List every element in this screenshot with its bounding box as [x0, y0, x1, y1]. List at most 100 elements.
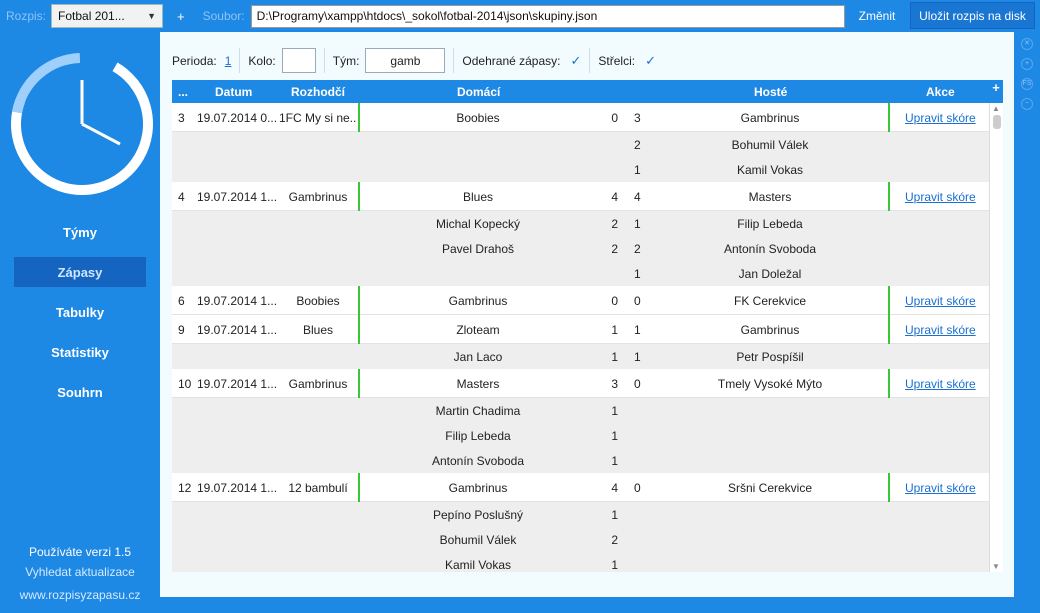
match-referee: Blues — [302, 323, 334, 337]
zmenit-button[interactable]: Změnit — [859, 9, 896, 23]
scrollbar-thumb[interactable] — [993, 115, 1001, 129]
col-datum-header[interactable]: Datum — [215, 85, 252, 99]
scorer-row: Antonín Svoboda 1 — [172, 448, 989, 473]
rozpis-select[interactable]: Fotbal 201... ▼ — [51, 4, 164, 28]
scorer-row: Martin Chadima 1 — [172, 398, 989, 423]
close-icon[interactable]: ✕ — [1021, 38, 1033, 50]
match-referee: 12 bambulí — [288, 481, 348, 495]
scroll-down-icon[interactable]: ▼ — [992, 562, 1000, 571]
fullscreen-icon[interactable]: FS — [1021, 78, 1033, 90]
home-cell: Pepíno Poslušný — [432, 508, 524, 522]
match-referee: 1FC My si ne... — [279, 111, 357, 125]
status-bar — [358, 286, 360, 315]
match-row: 6 19.07.2014 1... Boobies Upravit skóre Gamb… — [172, 286, 989, 315]
home-cell: Masters — [456, 377, 500, 391]
home-cell: Filip Lebeda — [445, 429, 511, 443]
sidebar-nav: Týmy Zápasy Tabulky Statistiky Souhrn — [14, 217, 146, 417]
check-updates-link[interactable]: Vyhledat aktualizace — [0, 565, 160, 579]
edit-score-link[interactable]: Upravit skóre — [905, 377, 976, 391]
col-num-header[interactable]: ... — [178, 85, 188, 99]
strelci-checkbox[interactable]: ✓ — [645, 53, 656, 69]
away-cell: FK Cerekvice — [733, 294, 807, 308]
add-match-button[interactable]: + — [989, 80, 1003, 103]
save-to-disk-button[interactable]: Uložit rozpis na disk — [910, 2, 1035, 29]
home-goals: 1 — [611, 350, 618, 364]
website-link[interactable]: www.rozpisyzapasu.cz — [0, 588, 160, 602]
match-number: 10 — [178, 377, 192, 391]
main-panel: Perioda: 1 Kolo: Tým: gamb Odehrané zápa… — [160, 32, 1014, 597]
away-cell: Bohumil Válek — [731, 138, 809, 152]
edit-score-link[interactable]: Upravit skóre — [905, 111, 976, 125]
away-goals: 1 — [634, 323, 641, 337]
away-cell: Filip Lebeda — [737, 217, 803, 231]
match-row: 3 19.07.2014 0... 1FC My si ne... Upravit s… — [172, 103, 989, 132]
soubor-path-field[interactable]: D:\Programy\xampp\htdocs\_sokol\fotbal-2… — [250, 4, 845, 28]
sidebar-item-tabulky[interactable]: Tabulky — [14, 297, 146, 327]
status-bar — [358, 369, 360, 398]
away-goals: 2 — [634, 138, 641, 152]
sidebar-item-tymy[interactable]: Týmy — [14, 217, 146, 247]
tym-input[interactable]: gamb — [365, 48, 446, 73]
strelci-label: Střelci: — [598, 53, 636, 68]
edit-score-link[interactable]: Upravit skóre — [905, 190, 976, 204]
divider — [453, 48, 455, 73]
sidebar-item-zapasy[interactable]: Zápasy — [14, 257, 146, 287]
home-cell: Martin Chadima — [435, 404, 521, 418]
col-hoste-header[interactable]: Hosté — [754, 85, 787, 99]
edit-score-link[interactable]: Upravit skóre — [905, 294, 976, 308]
home-goals: 4 — [611, 190, 618, 204]
home-cell: Kamil Vokas — [444, 558, 512, 572]
match-date: 19.07.2014 1... — [197, 323, 277, 337]
col-domaci-header[interactable]: Domácí — [457, 85, 500, 99]
scorer-row: Michal Kopecký 2 1 Filip Lebeda — [172, 211, 989, 236]
filter-bar: Perioda: 1 Kolo: Tým: gamb Odehrané zápa… — [172, 48, 656, 73]
chevron-down-icon: ▼ — [147, 11, 157, 21]
table-scrollbar[interactable]: ▲ ▼ — [989, 103, 1003, 572]
perioda-link[interactable]: 1 — [225, 54, 232, 68]
home-goals: 2 — [611, 533, 618, 547]
add-icon[interactable]: + — [1021, 58, 1033, 70]
home-goals: 2 — [611, 217, 618, 231]
scorer-row: Pepíno Poslušný 1 — [172, 502, 989, 527]
sidebar-item-souhrn[interactable]: Souhrn — [14, 377, 146, 407]
away-cell: Tmely Vysoké Mýto — [717, 377, 823, 391]
home-goals: 4 — [611, 481, 618, 495]
divider — [239, 48, 241, 73]
minus-icon[interactable]: − — [1021, 98, 1033, 110]
home-cell: Jan Laco — [453, 350, 503, 364]
match-date: 19.07.2014 1... — [197, 294, 277, 308]
match-referee: Gambrinus — [288, 190, 348, 204]
away-goals: 0 — [634, 377, 641, 391]
odehrane-checkbox[interactable]: ✓ — [570, 53, 581, 69]
col-akce-header[interactable]: Akce — [926, 85, 955, 99]
scroll-up-icon[interactable]: ▲ — [992, 104, 1000, 113]
home-cell: Zloteam — [456, 323, 500, 337]
match-referee: Boobies — [296, 294, 340, 308]
away-cell: Gambrinus — [740, 111, 800, 125]
add-rozpis-button[interactable]: + — [177, 9, 185, 24]
edit-score-link[interactable]: Upravit skóre — [905, 481, 976, 495]
rozpis-select-value: Fotbal 201... — [58, 9, 125, 23]
home-goals: 0 — [611, 294, 618, 308]
match-date: 19.07.2014 1... — [197, 481, 277, 495]
kolo-input[interactable] — [281, 48, 316, 73]
edit-score-link[interactable]: Upravit skóre — [905, 323, 976, 337]
sidebar-item-statistiky[interactable]: Statistiky — [14, 337, 146, 367]
rozpis-label: Rozpis: — [6, 9, 47, 23]
away-goals: 3 — [634, 111, 641, 125]
home-cell: Gambrinus — [448, 481, 508, 495]
away-cell: Antonín Svoboda — [723, 242, 817, 256]
divider — [589, 48, 591, 73]
away-goals: 2 — [634, 242, 641, 256]
home-cell: Gambrinus — [448, 294, 508, 308]
away-cell: Petr Pospíšil — [736, 350, 804, 364]
top-toolbar: Rozpis: Fotbal 201... ▼ + Soubor: D:\Pro… — [0, 0, 1040, 32]
status-bar — [358, 103, 360, 132]
away-goals: 0 — [634, 294, 641, 308]
home-cell: Antonín Svoboda — [431, 454, 525, 468]
scorer-row: Filip Lebeda 1 — [172, 423, 989, 448]
home-cell: Pavel Drahoš — [441, 242, 515, 256]
matches-table: ... Datum Rozhodčí Domácí Hosté Akce + 3… — [172, 80, 1003, 572]
col-rozhodci-header[interactable]: Rozhodčí — [291, 85, 345, 99]
status-bar — [358, 182, 360, 211]
